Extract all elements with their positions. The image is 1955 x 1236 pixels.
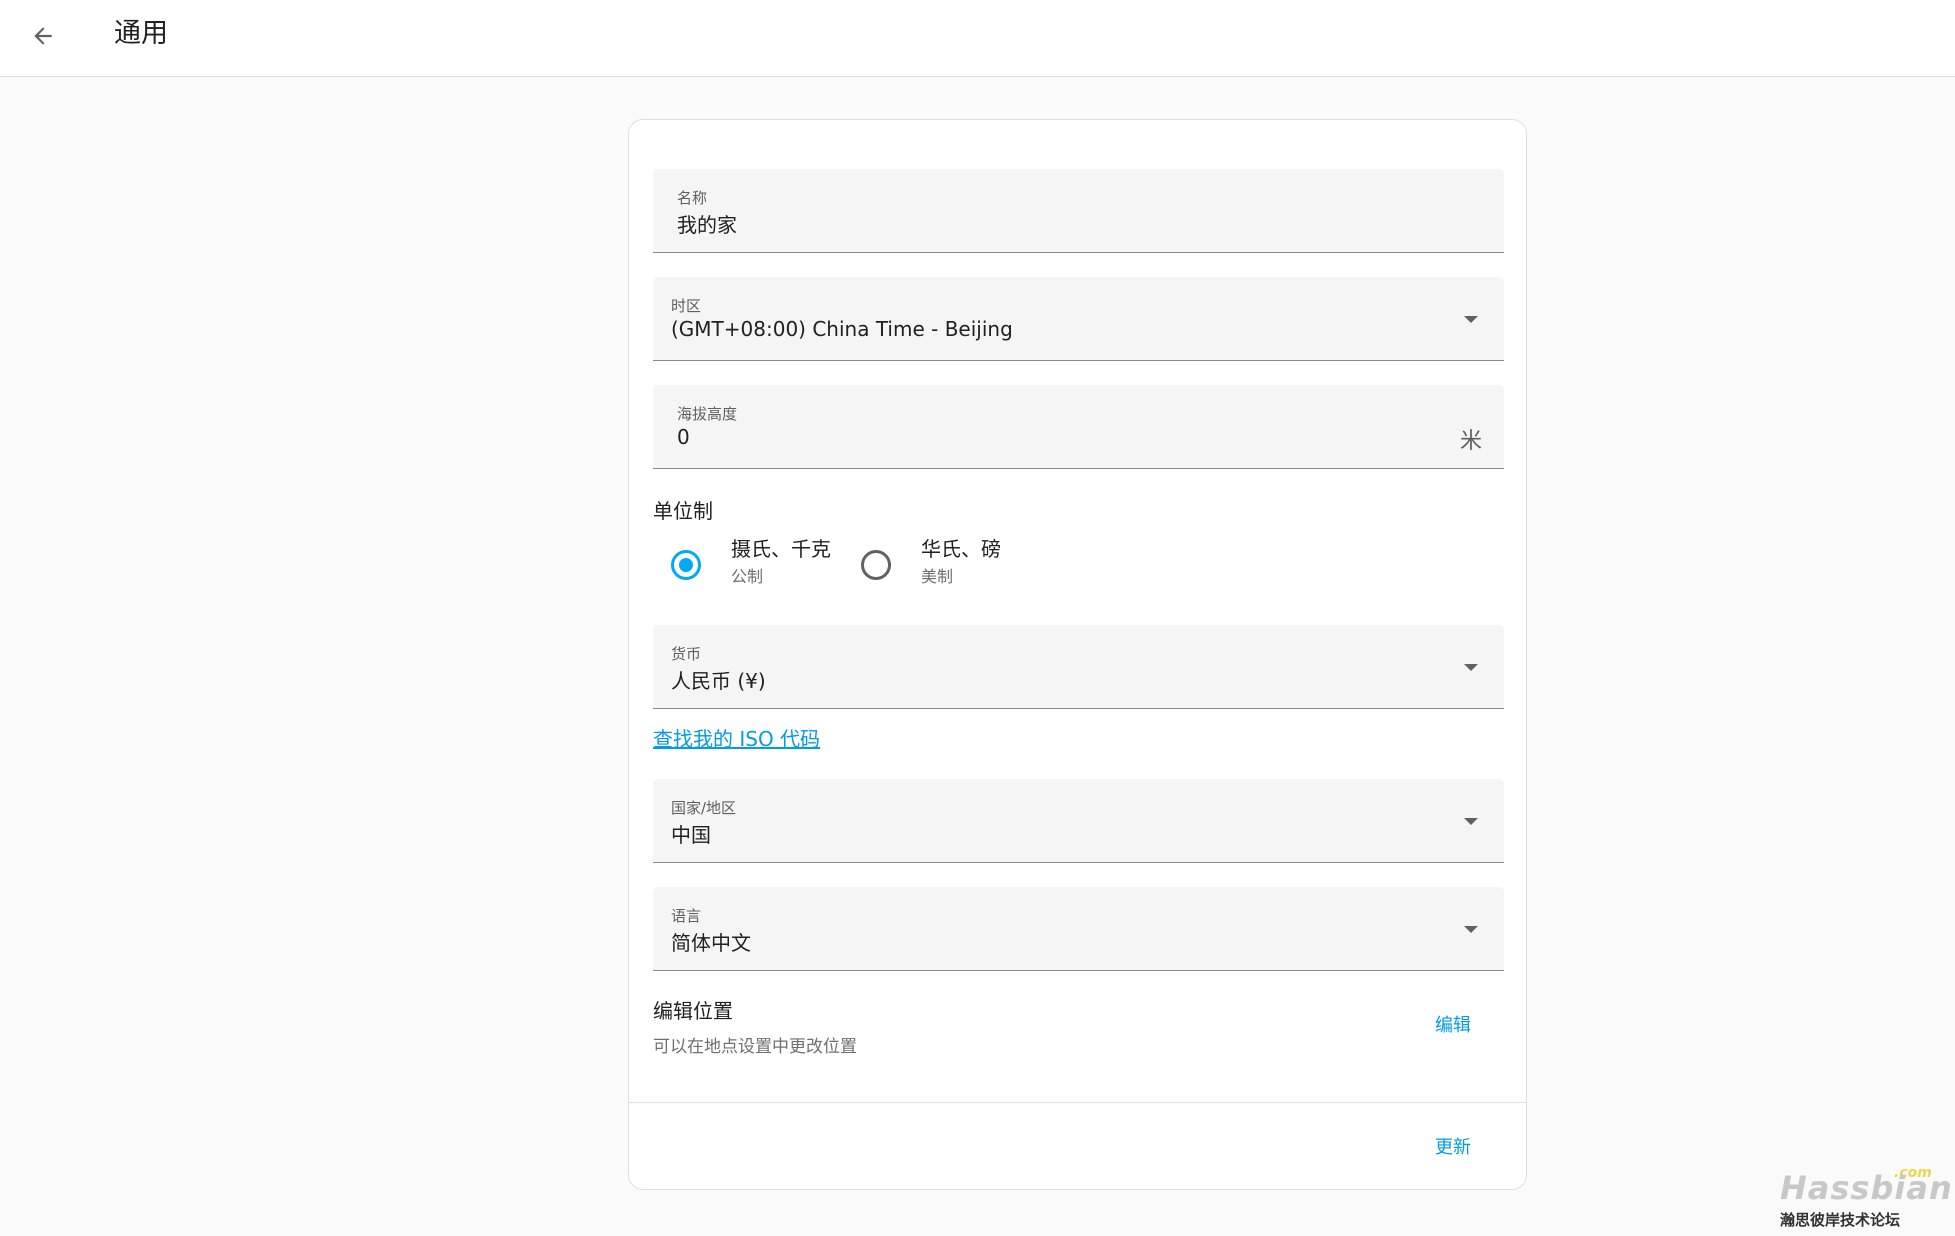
watermark-logo: Hassbian: [1780, 1169, 1953, 1207]
watermark: .com Hassbian 瀚思彼岸技术论坛: [1776, 1165, 1952, 1233]
radio-unchecked-icon[interactable]: [861, 550, 891, 580]
language-label: 语言: [671, 907, 702, 925]
iso-code-link[interactable]: 查找我的 ISO 代码: [653, 723, 820, 752]
card-actions-divider: [629, 1102, 1526, 1103]
arrow-left-icon: [34, 27, 52, 45]
timezone-label: 时区: [671, 297, 702, 315]
elevation-field[interactable]: 海拔高度 0 米: [653, 385, 1504, 469]
back-button[interactable]: [22, 15, 64, 57]
language-select[interactable]: 语言 简体中文: [653, 887, 1504, 971]
name-field-value[interactable]: 我的家: [677, 209, 737, 238]
timezone-select[interactable]: 时区 (GMT+08:00) China Time - Beijing: [653, 277, 1504, 361]
edit-location-description: 可以在地点设置中更改位置: [653, 1037, 857, 1057]
radio-imperial[interactable]: 华氏、磅 美制: [843, 533, 1023, 593]
name-field-label: 名称: [677, 189, 708, 207]
elevation-unit: 米: [1459, 429, 1482, 454]
edit-location-button[interactable]: 编辑: [1425, 1005, 1481, 1043]
name-field[interactable]: 名称 我的家: [653, 169, 1504, 253]
elevation-label: 海拔高度: [677, 405, 738, 423]
radio-metric-subtitle: 公制: [731, 567, 764, 586]
currency-value: 人民币 (¥): [671, 669, 766, 693]
page-title: 通用: [114, 18, 168, 49]
radio-checked-icon[interactable]: [671, 550, 701, 580]
unit-system-radio-group: 摄氏、千克 公制 华氏、磅 美制: [653, 533, 1253, 593]
general-settings-card: 名称 我的家 时区 (GMT+08:00) China Time - Beiji…: [628, 119, 1527, 1190]
watermark-subtitle: 瀚思彼岸技术论坛: [1780, 1211, 1901, 1229]
edit-location-title: 编辑位置: [653, 999, 733, 1023]
update-button[interactable]: 更新: [1425, 1127, 1481, 1165]
dropdown-arrow-icon: [1464, 664, 1478, 671]
unit-system-label: 单位制: [653, 499, 713, 523]
currency-label: 货币: [671, 645, 702, 663]
radio-metric[interactable]: 摄氏、千克 公制: [653, 533, 843, 593]
radio-imperial-subtitle: 美制: [921, 567, 954, 586]
language-value: 简体中文: [671, 931, 751, 955]
country-value: 中国: [671, 823, 711, 847]
dropdown-arrow-icon: [1464, 818, 1478, 825]
elevation-value[interactable]: 0: [677, 425, 690, 449]
currency-select[interactable]: 货币 人民币 (¥): [653, 625, 1504, 709]
country-select[interactable]: 国家/地区 中国: [653, 779, 1504, 863]
timezone-value: (GMT+08:00) China Time - Beijing: [671, 317, 1013, 341]
app-toolbar: 通用: [0, 0, 1955, 77]
radio-metric-title: 摄氏、千克: [731, 537, 831, 561]
dropdown-arrow-icon: [1464, 316, 1478, 323]
radio-imperial-title: 华氏、磅: [921, 537, 1001, 561]
dropdown-arrow-icon: [1464, 926, 1478, 933]
country-label: 国家/地区: [671, 799, 737, 817]
